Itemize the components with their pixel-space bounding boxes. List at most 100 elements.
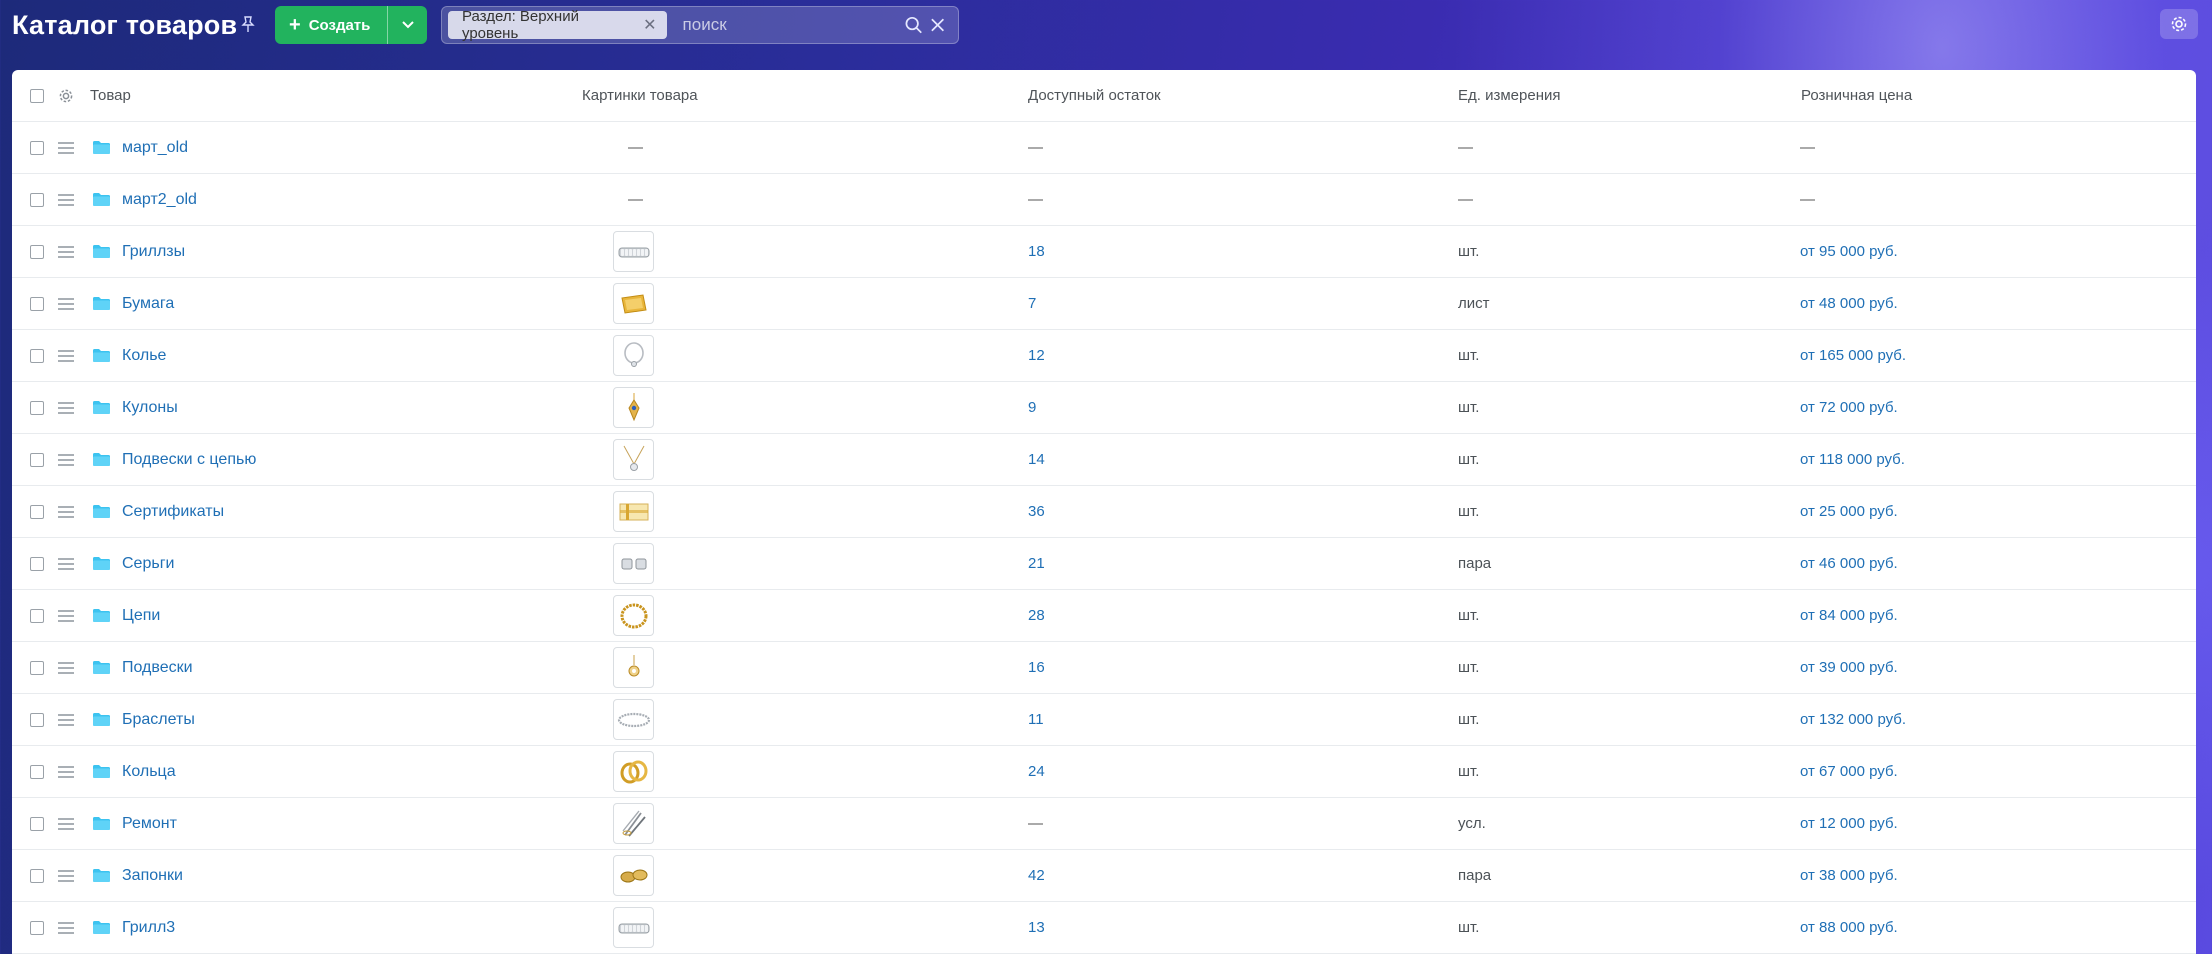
price-value[interactable]: от 38 000 руб. — [1800, 850, 1898, 901]
table-row[interactable]: Браслеты 11 шт. от 132 000 руб. — [12, 694, 2196, 746]
stock-value[interactable]: 7 — [1028, 278, 1036, 329]
no-image-dash: — — [628, 191, 643, 208]
product-thumbnail[interactable] — [613, 647, 654, 688]
stock-value[interactable]: 16 — [1028, 642, 1045, 693]
create-button[interactable]: + Создать — [275, 6, 427, 44]
create-dropdown-button[interactable] — [388, 6, 427, 44]
search-box[interactable]: Раздел: Верхний уровень ✕ — [441, 6, 959, 44]
table-row[interactable]: Серьги 21 пара от 46 000 руб. — [12, 538, 2196, 590]
table-row[interactable]: Подвески 16 шт. от 39 000 руб. — [12, 642, 2196, 694]
stock-value[interactable]: 24 — [1028, 746, 1045, 797]
product-section-link[interactable]: Грилл3 — [122, 902, 175, 953]
product-thumbnail[interactable] — [613, 855, 654, 896]
stock-value[interactable]: 36 — [1028, 486, 1045, 537]
price-value[interactable]: от 72 000 руб. — [1800, 382, 1898, 433]
price-value[interactable]: от 132 000 руб. — [1800, 694, 1906, 745]
column-settings-icon[interactable] — [58, 88, 74, 104]
stock-value[interactable]: 18 — [1028, 226, 1045, 277]
table-row[interactable]: Кулоны 9 шт. от 72 000 руб. — [12, 382, 2196, 434]
product-thumbnail[interactable] — [613, 491, 654, 532]
stock-value: — — [1028, 191, 1043, 208]
unit-value: шт. — [1458, 243, 1480, 260]
price-value[interactable]: от 67 000 руб. — [1800, 746, 1898, 797]
folder-icon — [92, 712, 111, 727]
product-section-link[interactable]: Кольца — [122, 746, 176, 797]
product-thumbnail[interactable] — [613, 439, 654, 480]
table-row[interactable]: март2_old — — — — — [12, 174, 2196, 226]
product-thumbnail[interactable] — [613, 283, 654, 324]
column-header-price[interactable]: Розничная цена — [1801, 70, 1912, 121]
product-section-link[interactable]: Бумага — [122, 278, 174, 329]
stock-value[interactable]: 13 — [1028, 902, 1045, 953]
unit-value: шт. — [1458, 347, 1480, 364]
folder-icon — [92, 452, 111, 467]
price-value[interactable]: от 84 000 руб. — [1800, 590, 1898, 641]
filter-chip[interactable]: Раздел: Верхний уровень ✕ — [448, 8, 667, 42]
product-thumbnail[interactable] — [613, 803, 654, 844]
price-value[interactable]: от 12 000 руб. — [1800, 798, 1898, 849]
table-row[interactable]: Грилл3 13 шт. от 88 000 руб. — [12, 902, 2196, 954]
stock-value[interactable]: 11 — [1028, 694, 1044, 745]
stock-value[interactable]: 28 — [1028, 590, 1045, 641]
table-row[interactable]: Цепи 28 шт. от 84 000 руб. — [12, 590, 2196, 642]
table-row[interactable]: Кольца 24 шт. от 67 000 руб. — [12, 746, 2196, 798]
price-value[interactable]: от 95 000 руб. — [1800, 226, 1898, 277]
price-value[interactable]: от 165 000 руб. — [1800, 330, 1906, 381]
product-thumbnail[interactable] — [613, 699, 654, 740]
product-thumbnail[interactable] — [613, 335, 654, 376]
table-row[interactable]: Сертификаты 36 шт. от 25 000 руб. — [12, 486, 2196, 538]
price-value[interactable]: от 88 000 руб. — [1800, 902, 1898, 953]
table-row[interactable]: Колье 12 шт. от 165 000 руб. — [12, 330, 2196, 382]
stock-value[interactable]: 9 — [1028, 382, 1036, 433]
folder-icon — [92, 504, 111, 519]
table-row[interactable]: Запонки 42 пара от 38 000 руб. — [12, 850, 2196, 902]
product-thumbnail[interactable] — [613, 387, 654, 428]
price-value[interactable]: от 25 000 руб. — [1800, 486, 1898, 537]
product-thumbnail[interactable] — [613, 595, 654, 636]
product-section-link[interactable]: Серьги — [122, 538, 174, 589]
product-section-link[interactable]: Кулоны — [122, 382, 178, 433]
pin-icon[interactable] — [240, 16, 256, 34]
product-section-link[interactable]: март2_old — [122, 174, 197, 225]
column-header-unit[interactable]: Ед. измерения — [1458, 70, 1560, 121]
product-section-link[interactable]: Колье — [122, 330, 166, 381]
unit-value: пара — [1458, 555, 1492, 572]
product-section-link[interactable]: март_old — [122, 122, 188, 173]
table-row[interactable]: Бумага 7 лист от 48 000 руб. — [12, 278, 2196, 330]
search-icon[interactable] — [904, 15, 923, 35]
stock-value[interactable]: 12 — [1028, 330, 1045, 381]
stock-value[interactable]: 14 — [1028, 434, 1045, 485]
product-thumbnail[interactable] — [613, 231, 654, 272]
close-icon[interactable] — [929, 16, 946, 34]
product-section-link[interactable]: Подвески — [122, 642, 193, 693]
price-value[interactable]: от 39 000 руб. — [1800, 642, 1898, 693]
product-thumbnail[interactable] — [613, 543, 654, 584]
folder-icon — [92, 140, 111, 155]
product-section-link[interactable]: Браслеты — [122, 694, 195, 745]
column-header-images[interactable]: Картинки товара — [582, 70, 698, 121]
remove-filter-icon[interactable]: ✕ — [643, 15, 656, 35]
product-section-link[interactable]: Сертификаты — [122, 486, 224, 537]
price-value[interactable]: от 46 000 руб. — [1800, 538, 1898, 589]
product-section-link[interactable]: Цепи — [122, 590, 160, 641]
price-value[interactable]: от 48 000 руб. — [1800, 278, 1898, 329]
product-section-link[interactable]: Ремонт — [122, 798, 177, 849]
table-row[interactable]: Ремонт — усл. от 12 000 руб. — [12, 798, 2196, 850]
table-row[interactable]: март_old — — — — — [12, 122, 2196, 174]
search-input[interactable] — [682, 15, 904, 35]
unit-value: шт. — [1458, 763, 1480, 780]
column-header-stock[interactable]: Доступный остаток — [1028, 70, 1161, 121]
table-row[interactable]: Подвески с цепью 14 шт. от 118 000 руб. — [12, 434, 2196, 486]
create-main-button[interactable]: + Создать — [275, 6, 387, 44]
column-header-product[interactable]: Товар — [90, 70, 131, 121]
product-thumbnail[interactable] — [613, 751, 654, 792]
stock-value[interactable]: 42 — [1028, 850, 1045, 901]
product-section-link[interactable]: Запонки — [122, 850, 183, 901]
price-value[interactable]: от 118 000 руб. — [1800, 434, 1905, 485]
settings-button[interactable] — [2160, 9, 2198, 39]
product-thumbnail[interactable] — [613, 907, 654, 948]
product-section-link[interactable]: Подвески с цепью — [122, 434, 256, 485]
product-section-link[interactable]: Гриллзы — [122, 226, 185, 277]
table-row[interactable]: Гриллзы 18 шт. от 95 000 руб. — [12, 226, 2196, 278]
stock-value[interactable]: 21 — [1028, 538, 1045, 589]
